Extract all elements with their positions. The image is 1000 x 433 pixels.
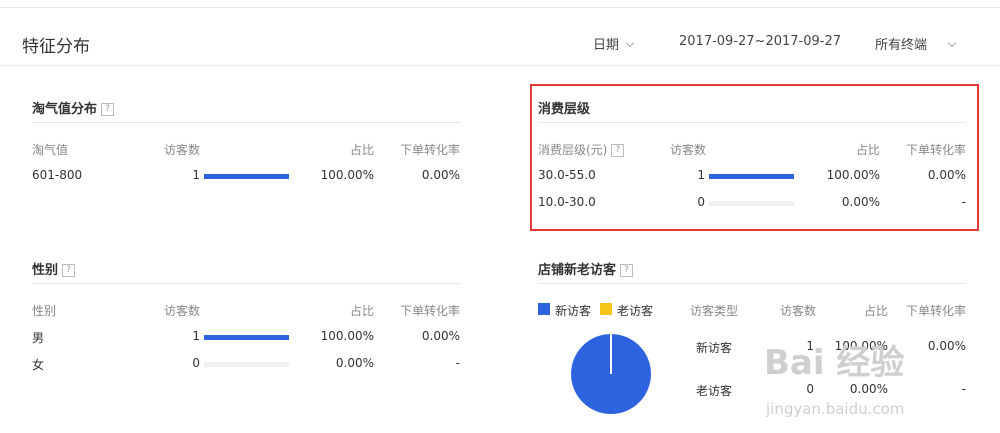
col-header: 占比 xyxy=(855,143,880,157)
col-header: 占比 xyxy=(349,143,374,157)
terminal-dropdown-label: 所有终端 xyxy=(875,38,928,53)
gender-title-text: 性别 xyxy=(32,263,59,278)
taoqi-section-title: 淘气值分布? xyxy=(32,98,115,117)
help-icon[interactable]: ? xyxy=(101,103,115,116)
row-ratio: 0.00% xyxy=(841,195,880,209)
col-header: 性别 xyxy=(32,304,57,318)
row-conversion: 0.00% xyxy=(927,168,966,182)
row-conversion: - xyxy=(455,356,460,370)
visitor-bar xyxy=(204,174,289,179)
visitor-bar-fill xyxy=(204,174,289,179)
row-visitors: 0 xyxy=(806,382,814,396)
spending-divider xyxy=(538,122,966,123)
col-header: 占比 xyxy=(863,304,888,318)
row-label: 10.0-30.0 xyxy=(538,195,596,209)
col-header: 下单转化率 xyxy=(399,143,460,157)
help-icon[interactable]: ? xyxy=(620,264,634,277)
legend-label-old[interactable]: 老访客 xyxy=(617,302,653,319)
gender-divider xyxy=(32,283,460,284)
page-header: 特征分布 日期 2017-09-27~2017-09-27 所有终端 xyxy=(0,8,1000,66)
legend-swatch-new xyxy=(538,303,550,315)
col-header: 访客类型 xyxy=(690,304,739,318)
row-label: 老访客 xyxy=(696,384,733,398)
col-header: 下单转化率 xyxy=(399,304,460,318)
col-header: 下单转化率 xyxy=(905,143,966,157)
legend-label-new[interactable]: 新访客 xyxy=(555,302,591,319)
visitors-title-text: 店铺新老访客 xyxy=(538,263,617,278)
row-conversion: - xyxy=(961,382,966,396)
row-visitors: 1 xyxy=(697,168,705,182)
spending-title-text: 消费层级 xyxy=(538,102,591,117)
row-conversion: 0.00% xyxy=(421,329,460,343)
page-title: 特征分布 xyxy=(22,37,90,57)
visitors-divider xyxy=(538,283,966,284)
legend-swatch-old xyxy=(600,303,612,315)
row-ratio: 0.00% xyxy=(335,356,374,370)
visitor-bar xyxy=(709,174,794,179)
col-header: 下单转化率 xyxy=(905,304,966,318)
date-dropdown-label: 日期 xyxy=(593,38,620,53)
row-conversion: - xyxy=(961,195,966,209)
help-icon[interactable]: ? xyxy=(62,264,76,277)
row-ratio: 0.00% xyxy=(849,382,888,396)
col-header: 访客数 xyxy=(670,143,707,157)
date-range[interactable]: 2017-09-27~2017-09-27 xyxy=(679,34,841,49)
gender-section-title: 性别? xyxy=(32,259,76,278)
chevron-down-icon xyxy=(625,38,635,48)
visitor-bar-fill xyxy=(204,335,289,340)
row-ratio: 100.00% xyxy=(320,168,374,182)
terminal-dropdown[interactable]: 所有终端 xyxy=(875,34,957,53)
col-header: 消费层级(元)? xyxy=(538,141,625,158)
chevron-down-icon xyxy=(947,38,957,48)
col-header: 访客数 xyxy=(164,143,201,157)
row-label: 30.0-55.0 xyxy=(538,168,596,182)
row-visitors: 0 xyxy=(192,356,200,370)
taoqi-title-text: 淘气值分布 xyxy=(32,102,98,117)
visitors-section-title: 店铺新老访客? xyxy=(538,259,634,278)
watermark-brand: Bai 经验 xyxy=(764,343,905,383)
taoqi-divider xyxy=(32,122,460,123)
row-ratio: 100.00% xyxy=(320,329,374,343)
col-header: 淘气值 xyxy=(32,143,69,157)
visitor-bar xyxy=(204,362,289,367)
row-ratio: 100.00% xyxy=(826,168,880,182)
visitor-bar xyxy=(709,201,794,206)
visitor-pie-chart xyxy=(571,334,651,414)
row-visitors: 1 xyxy=(192,168,200,182)
row-label: 601-800 xyxy=(32,168,83,182)
spending-section-title: 消费层级 xyxy=(538,98,590,117)
row-visitors: 0 xyxy=(697,195,705,209)
col-header-text: 消费层级(元) xyxy=(538,143,608,157)
col-header: 访客数 xyxy=(164,304,201,318)
col-header: 访客数 xyxy=(780,304,817,318)
watermark-url: jingyan.baidu.com xyxy=(766,400,905,418)
help-icon[interactable]: ? xyxy=(611,144,625,157)
row-conversion: 0.00% xyxy=(421,168,460,182)
visitor-bar xyxy=(204,335,289,340)
col-header: 占比 xyxy=(349,304,374,318)
row-visitors: 1 xyxy=(192,329,200,343)
row-label: 女 xyxy=(32,358,45,372)
top-strip xyxy=(0,0,1000,8)
date-dropdown[interactable]: 日期 xyxy=(593,34,635,53)
visitor-bar-fill xyxy=(709,174,794,179)
row-label: 新访客 xyxy=(696,341,733,355)
row-label: 男 xyxy=(32,331,45,345)
